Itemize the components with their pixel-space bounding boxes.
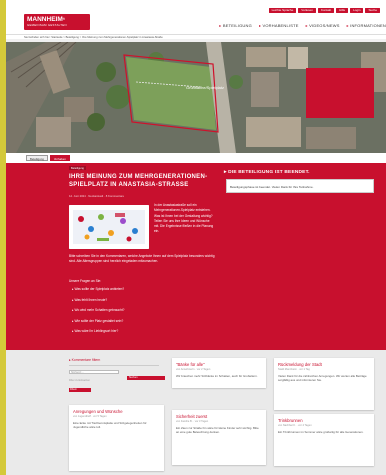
logo[interactable]: MANNHEIM® GEMEINSAM GESTALTEN (24, 14, 90, 30)
list-item: Was wäre Ihr Lieblingsort hier? (72, 329, 124, 340)
logo-subtitle: GEMEINSAM GESTALTEN (27, 23, 67, 27)
nav-item-beteiligung[interactable]: BETEILIGUNG (219, 23, 252, 28)
nav-item-vorhabenliste[interactable]: VORHABENLISTE (259, 23, 299, 28)
comment-card[interactable]: "Bänke für alle" von Anwohnerin · vor 2 … (172, 358, 266, 388)
participation-status-heading: DIE BETEILIGUNG IST BEENDET. (224, 170, 310, 175)
aerial-photo: Grünfläche/Spielplatz (6, 42, 386, 153)
list-item: Wo wird mehr Schatten gebraucht? (72, 308, 125, 319)
utility-bar: Leichte Sprache Vorlesen Kontakt Hilfe L… (268, 8, 380, 13)
nav-item-informationen[interactable]: INFORMATIONEN (347, 23, 386, 28)
list-item: Was sollte der Spielplatz anbieten? (72, 287, 125, 298)
card-text: Eine Ecke mit Tischtennisplatte und Sitz… (73, 421, 147, 430)
tab-vorhaben[interactable]: Vorhaben (49, 155, 70, 161)
util-button-help[interactable]: Hilfe (336, 8, 349, 13)
content-section: Beteiligung IHRE MEINUNG ZUM MEHRGENERAT… (6, 163, 386, 350)
comment-card[interactable]: Trinkbrunnen von Nachbar K. · vor 4 Tage… (274, 414, 374, 466)
card-meta: von Familie B. · vor 3 Tagen (176, 420, 209, 423)
logo-title: MANNHEIM (27, 16, 63, 23)
card-title: Trinkbrunnen (278, 418, 303, 423)
card-title: Anregungen und Wünsche (73, 409, 123, 414)
nav-item-videos-news[interactable]: VIDEOS/NEWS (306, 23, 340, 28)
page-title: IHRE MEINUNG ZUM MEHRGENERATIONEN-SPIELP… (69, 174, 208, 188)
filter-button[interactable]: Filtern (69, 388, 91, 392)
list-item: Wie sollte der Platz gestaltet sein? (72, 319, 124, 330)
main-nav: BETEILIGUNG VORHABENLISTE VIDEOS/NEWS IN… (219, 23, 386, 28)
card-title: Sicherheit zuerst (176, 414, 208, 419)
util-button-login[interactable]: Login (350, 8, 364, 13)
card-text: Vielen Dank für die zahlreichen Anregung… (278, 374, 367, 383)
article-meta: 12. Juni 2024 · Neckarstadt · 8 Kommenta… (69, 194, 125, 198)
comment-card[interactable]: Sicherheit zuerst von Familie B. · vor 3… (172, 410, 266, 465)
body-paragraph: Bitte schreiben Sie in den Kommentaren, … (69, 254, 215, 264)
page: MANNHEIM® GEMEINSAM GESTALTEN Leichte Sp… (6, 0, 386, 475)
card-meta: von Jugendtreff · vor 5 Tagen (73, 415, 107, 418)
card-text: Ein Zaun zur Straße hin wäre für kleine … (176, 426, 259, 435)
search-button[interactable]: Suchen (127, 376, 165, 380)
card-meta: von Nachbar K. · vor 4 Tagen (278, 424, 312, 427)
comments-section: Kommentare filtern Stichwort ... Suchen … (6, 350, 386, 475)
card-meta: Stadt Mannheim · vor 1 Tag (278, 368, 310, 371)
divider (69, 365, 159, 366)
intro-paragraph: In der Anastasiastraße soll ein Mehrgene… (154, 203, 214, 234)
comment-filter-panel: Kommentare filtern Stichwort ... Suchen … (69, 358, 166, 472)
questions-list: Was sollte der Spielplatz anbieten? Was … (72, 287, 125, 340)
site-header: MANNHEIM® GEMEINSAM GESTALTEN Leichte Sp… (6, 0, 386, 34)
comment-card[interactable]: Anregungen und Wünsche von Jugendtreff ·… (69, 405, 164, 471)
util-button-search[interactable]: Suche (365, 8, 380, 13)
map-label: Grünfläche/Spielplatz (186, 85, 224, 90)
tab-bar: Beteiligung Vorhaben (6, 153, 386, 163)
search-input[interactable]: Stichwort ... (69, 370, 119, 374)
category-badge: Beteiligung (69, 166, 86, 170)
breadcrumb: Sie befinden sich hier: Startseite > Bet… (6, 34, 386, 39)
card-meta: von Anwohnerin · vor 2 Tagen (176, 368, 211, 371)
promo-box[interactable] (306, 68, 374, 118)
list-item: Was fehlt Ihnen heute? (72, 298, 124, 309)
card-text: Wir brauchen mehr Sitzbänke im Schatten,… (176, 374, 258, 378)
participation-status-box: Beteiligungsphase ist beendet. Vielen Da… (226, 179, 374, 193)
questions-heading: Unsere Fragen an Sie: (69, 279, 102, 283)
comment-card[interactable]: Rückmeldung der Stadt Stadt Mannheim · v… (274, 358, 374, 410)
util-button-read-aloud[interactable]: Vorlesen (298, 8, 316, 13)
util-button-easy-language[interactable]: Leichte Sprache (268, 8, 297, 13)
card-title: Rückmeldung der Stadt (278, 362, 322, 367)
filter-heading: Kommentare filtern (69, 358, 166, 362)
card-text: Ein Trinkbrunnen im Sommer wäre großarti… (278, 430, 364, 434)
infographic-graphic (69, 205, 149, 249)
tab-beteiligung[interactable]: Beteiligung (26, 155, 48, 161)
infographic-image[interactable] (69, 205, 149, 249)
card-title: "Bänke für alle" (176, 362, 205, 367)
util-button-contact[interactable]: Kontakt (317, 8, 335, 13)
